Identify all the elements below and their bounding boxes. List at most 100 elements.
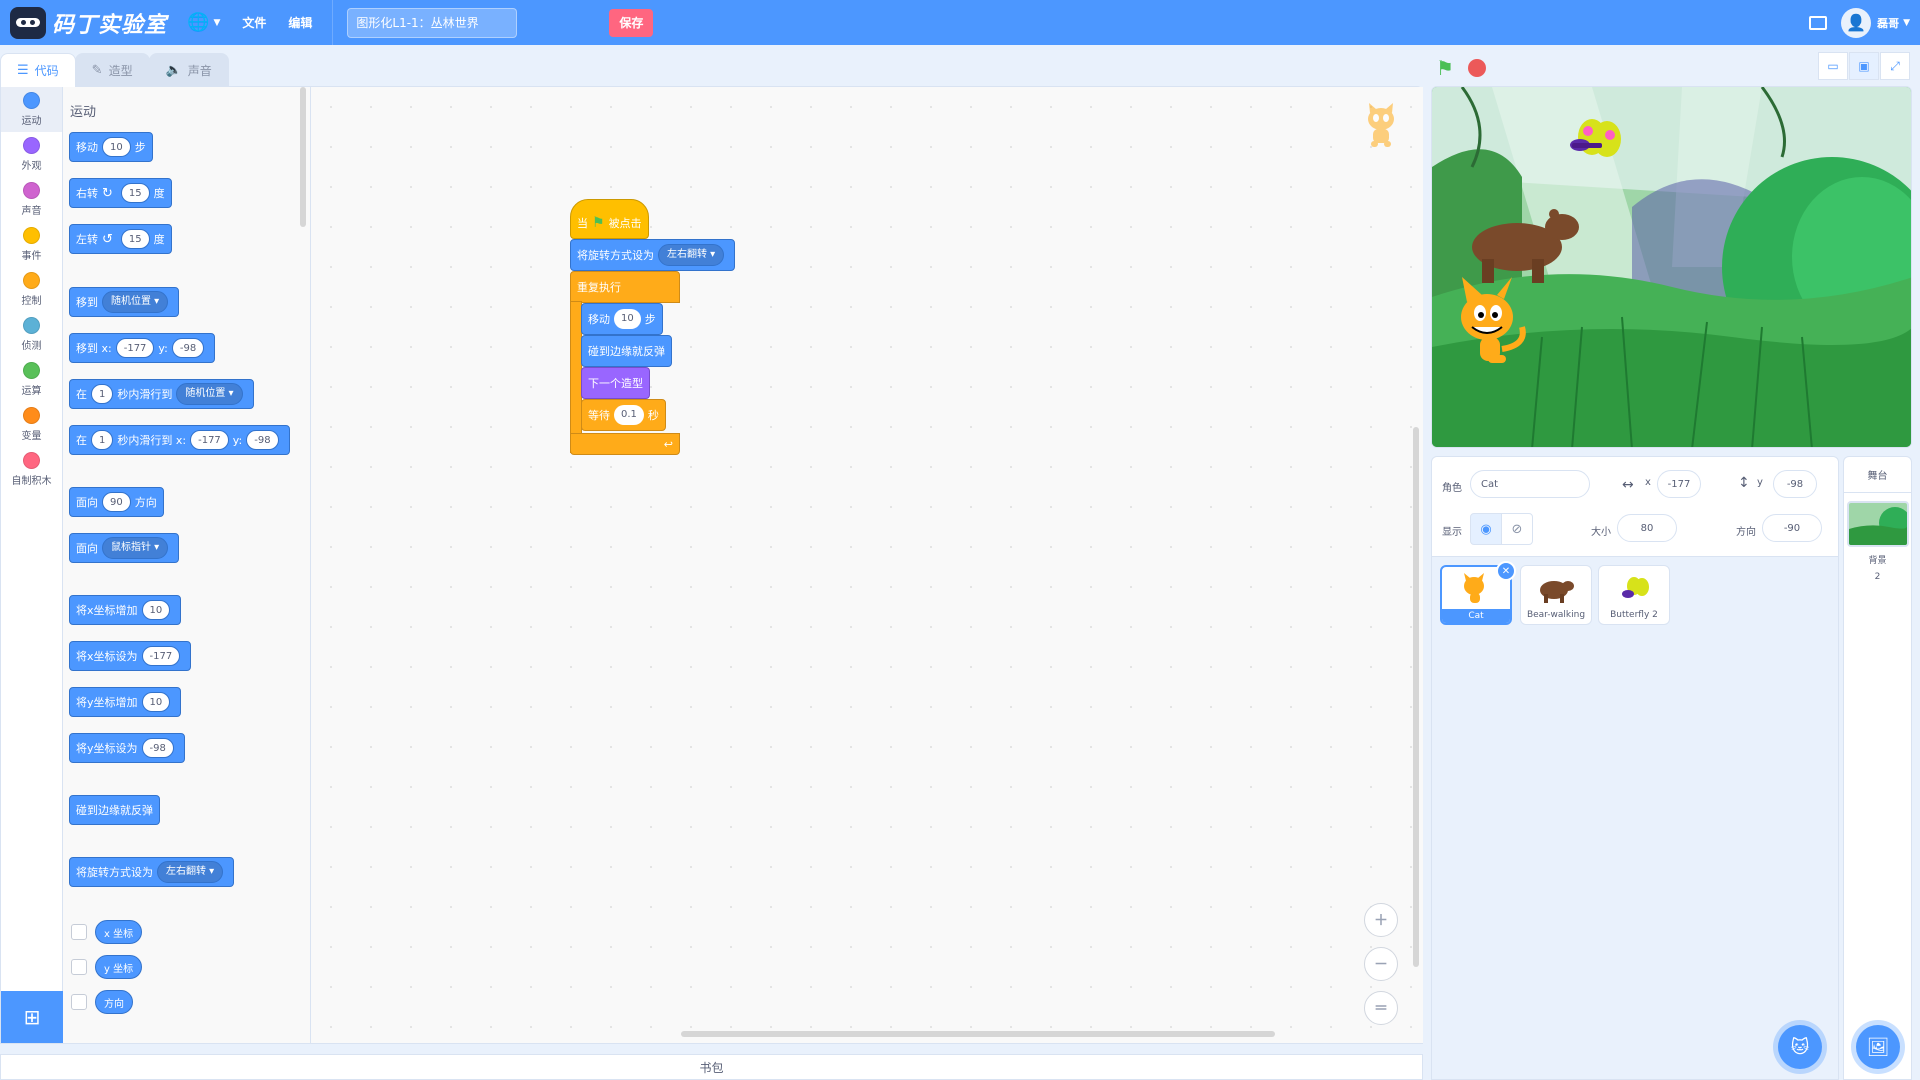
tab-code[interactable]: ☰ 代码 — [0, 53, 76, 87]
workspace-horizontal-scrollbar[interactable] — [681, 1031, 1275, 1037]
block-bounce[interactable]: 碰到边缘就反弹 — [581, 335, 672, 367]
block-input[interactable]: -177 — [141, 646, 181, 666]
category-operators[interactable]: 运算 — [1, 357, 62, 402]
direction-field[interactable]: -90 — [1762, 514, 1822, 542]
block-set-rotation-style[interactable]: 将旋转方式设为 左右翻转 ▾ — [570, 239, 736, 271]
category-motion[interactable]: 运动 — [1, 87, 62, 132]
block-next-costume[interactable]: 下一个造型 — [581, 367, 650, 399]
block-move-steps[interactable]: 移动 10 步 — [581, 303, 663, 335]
stage-canvas[interactable] — [1431, 86, 1912, 448]
block-point-direction[interactable]: 面向 90 方向 — [69, 487, 164, 517]
block-goto[interactable]: 移到 随机位置 ▾ — [69, 287, 180, 317]
sprite-tile-butterfly[interactable]: Butterfly 2 — [1598, 565, 1670, 625]
block-input[interactable]: 10 — [141, 692, 171, 712]
block-input[interactable]: -98 — [141, 738, 174, 758]
block-dropdown[interactable]: 左右翻转 ▾ — [658, 244, 725, 266]
block-point-towards[interactable]: 面向 鼠标指针 ▾ — [69, 533, 180, 563]
project-title-input[interactable]: 图形化L1-1：丛林世界 — [347, 7, 518, 38]
reporter-direction[interactable]: 方向 — [95, 990, 133, 1014]
block-wait[interactable]: 等待 0.1 秒 — [581, 399, 666, 431]
edit-menu[interactable]: 编辑 — [288, 14, 312, 31]
add-extension-button[interactable]: ⊞ — [1, 991, 63, 1043]
delete-sprite-button[interactable]: ✕ — [1496, 561, 1516, 581]
category-events[interactable]: 事件 — [1, 222, 62, 267]
add-backdrop-button[interactable]: 🖼 — [1856, 1025, 1900, 1069]
block-input[interactable]: 15 — [120, 183, 150, 203]
category-control[interactable]: 控制 — [1, 267, 62, 312]
block-input[interactable]: 90 — [102, 492, 131, 512]
block-set-x[interactable]: 将x坐标设为 -177 — [69, 641, 192, 671]
fullscreen-button[interactable]: ⤢ — [1880, 52, 1910, 80]
category-my-blocks[interactable]: 自制积木 — [1, 447, 62, 492]
block-bounce[interactable]: 碰到边缘就反弹 — [69, 795, 160, 825]
block-input[interactable]: 1 — [91, 384, 114, 404]
block-when-flag-clicked[interactable]: 当 ⚑ 被点击 — [570, 199, 649, 239]
checkbox-direction[interactable] — [71, 994, 87, 1010]
block-dropdown[interactable]: 随机位置 ▾ — [102, 291, 169, 313]
palette-scrollbar[interactable] — [300, 87, 306, 227]
backpack[interactable]: 书包 — [0, 1054, 1423, 1080]
block-input[interactable]: -177 — [190, 430, 229, 450]
block-dropdown[interactable]: 鼠标指针 ▾ — [102, 537, 169, 559]
block-dropdown[interactable]: 随机位置 ▾ — [176, 383, 243, 405]
checkbox-y-position[interactable] — [71, 959, 87, 975]
language-menu[interactable]: 🌐 ▼ — [187, 12, 220, 33]
avatar[interactable]: 👤 — [1841, 7, 1872, 38]
folder-icon[interactable] — [1809, 15, 1828, 30]
add-sprite-button[interactable]: 🐱 — [1778, 1025, 1822, 1069]
category-looks[interactable]: 外观 — [1, 132, 62, 177]
user-name[interactable]: 磊哥 — [1877, 15, 1899, 31]
save-button[interactable]: 保存 — [609, 8, 654, 37]
sprite-tile-bear[interactable]: Bear-walking — [1520, 565, 1592, 625]
y-field[interactable]: -98 — [1773, 470, 1817, 498]
block-turn-right[interactable]: 右转 ↻ 15 度 — [69, 178, 172, 208]
block-input[interactable]: 10 — [141, 600, 171, 620]
block-input[interactable]: 1 — [91, 430, 114, 450]
workspace-vertical-scrollbar[interactable] — [1413, 427, 1419, 967]
logo[interactable]: 码丁实验室 — [10, 0, 167, 45]
green-flag-icon[interactable]: ⚑ — [1436, 56, 1454, 80]
block-rotation-style[interactable]: 将旋转方式设为 左右翻转 ▾ — [69, 857, 235, 887]
file-menu[interactable]: 文件 — [242, 14, 266, 31]
block-input[interactable]: 10 — [102, 137, 131, 157]
size-field[interactable]: 80 — [1617, 514, 1677, 542]
tab-sounds[interactable]: 🔈 声音 — [148, 53, 229, 87]
reporter-y-position[interactable]: y 坐标 — [95, 955, 143, 979]
block-glide-xy[interactable]: 在 1 秒内滑行到 x: -177 y: -98 — [69, 425, 290, 455]
backdrop-thumbnail[interactable] — [1846, 501, 1909, 547]
block-set-y[interactable]: 将y坐标设为 -98 — [69, 733, 185, 763]
category-variables[interactable]: 变量 — [1, 402, 62, 447]
checkbox-x-position[interactable] — [71, 924, 87, 940]
sprite-name-field[interactable]: Cat — [1470, 470, 1590, 498]
block-glide[interactable]: 在 1 秒内滑行到 随机位置 ▾ — [69, 379, 254, 409]
category-sound[interactable]: 声音 — [1, 177, 62, 222]
block-input[interactable]: -177 — [115, 338, 155, 358]
reporter-x-position[interactable]: x 坐标 — [95, 920, 143, 944]
chevron-down-icon[interactable]: ▼ — [1903, 18, 1910, 28]
zoom-reset-button[interactable]: ＝ — [1364, 991, 1398, 1025]
block-input[interactable]: 0.1 — [614, 405, 644, 425]
zoom-in-button[interactable]: ＋ — [1364, 903, 1398, 937]
large-stage-button[interactable]: ▣ — [1849, 52, 1879, 80]
block-goto-xy[interactable]: 移到 x: -177 y: -98 — [69, 333, 216, 363]
stop-icon[interactable] — [1467, 59, 1486, 77]
block-input[interactable]: 15 — [120, 229, 150, 249]
block-input[interactable]: -98 — [246, 430, 279, 450]
block-change-y[interactable]: 将y坐标增加 10 — [69, 687, 182, 717]
block-turn-left[interactable]: 左转 ↺ 15 度 — [69, 224, 172, 254]
stage-target-pane[interactable]: 舞台 背景 2 🖼 — [1843, 456, 1912, 1080]
block-change-x[interactable]: 将x坐标增加 10 — [69, 595, 182, 625]
small-stage-button[interactable]: ▭ — [1818, 52, 1848, 80]
block-move-steps[interactable]: 移动 10 步 — [69, 132, 153, 162]
show-sprite-button[interactable]: ◉ — [1470, 513, 1502, 545]
block-input[interactable]: -98 — [171, 338, 205, 358]
block-input[interactable]: 10 — [614, 309, 641, 329]
x-field[interactable]: -177 — [1657, 470, 1701, 498]
zoom-out-button[interactable]: － — [1364, 947, 1398, 981]
block-dropdown[interactable]: 左右翻转 ▾ — [157, 861, 224, 883]
block-forever[interactable]: 重复执行 — [570, 271, 680, 303]
sprite-tile-cat[interactable]: Cat ✕ — [1440, 561, 1516, 625]
script-workspace[interactable]: 当 ⚑ 被点击 将旋转方式设为 左右翻转 ▾ 重复执行 移动 10 步 碰到边缘就反弹 下… — [311, 87, 1423, 1043]
hide-sprite-button[interactable]: ⊘ — [1501, 513, 1533, 545]
tab-costumes[interactable]: ✎ 造型 — [74, 53, 150, 87]
